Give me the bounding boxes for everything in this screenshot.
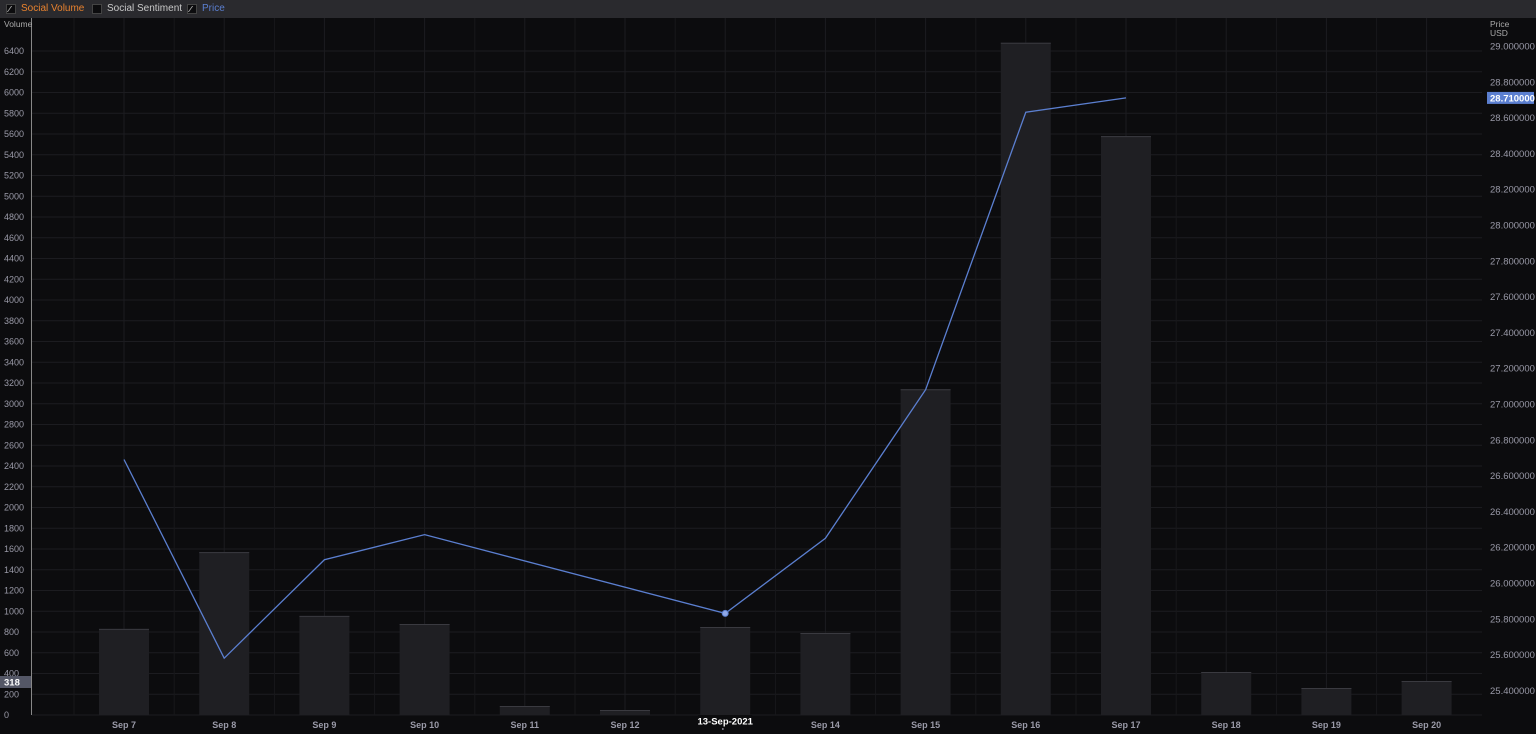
left-axis-tick: 5000 — [4, 191, 24, 201]
left-axis-tick: 200 — [4, 689, 19, 699]
right-axis-tick: 28.600000 — [1490, 113, 1535, 124]
right-axis-unit: USD — [1490, 28, 1508, 38]
right-axis-tick: 27.000000 — [1490, 400, 1535, 411]
crosshair-volume-label: 318 — [4, 678, 20, 689]
volume-bar — [800, 633, 851, 715]
x-axis-tick: Sep 14 — [811, 720, 840, 730]
volume-bar — [399, 624, 450, 715]
left-axis-tick: 2000 — [4, 503, 24, 513]
volume-bar — [700, 627, 751, 715]
left-axis-tick: 6400 — [4, 46, 24, 56]
left-axis-tick: 600 — [4, 648, 19, 658]
right-axis-tick: 25.800000 — [1490, 614, 1535, 625]
volume-bar — [1000, 42, 1051, 715]
left-axis-tick: 3200 — [4, 378, 24, 388]
left-axis-tick: 3800 — [4, 316, 24, 326]
right-axis-tick: 29.000000 — [1490, 42, 1535, 53]
left-axis-tick: 5600 — [4, 129, 24, 139]
volume-bar — [1301, 688, 1352, 715]
left-axis-tick: 1000 — [4, 606, 24, 616]
x-axis-tick: Sep 8 — [212, 720, 236, 730]
crosshair-date-label: 13-Sep-2021 — [697, 717, 753, 728]
left-axis-tick: 0 — [4, 710, 9, 720]
x-axis-tick: Sep 19 — [1312, 720, 1341, 730]
volume-bar — [1401, 680, 1452, 715]
left-axis-tick: 4600 — [4, 233, 24, 243]
left-axis-tick: 3600 — [4, 337, 24, 347]
right-axis-tick: 27.400000 — [1490, 328, 1535, 339]
x-axis-tick: Sep 12 — [610, 720, 639, 730]
right-axis-tick: 27.600000 — [1490, 292, 1535, 303]
x-axis-tick: Sep 16 — [1011, 720, 1040, 730]
x-axis-tick: Sep 9 — [312, 720, 336, 730]
right-axis-tick: 28.200000 — [1490, 185, 1535, 196]
right-axis-tick: 26.200000 — [1490, 543, 1535, 554]
x-axis-tick: Sep 10 — [410, 720, 439, 730]
x-axis-tick: Sep 7 — [112, 720, 136, 730]
last-price-label: 28.710000 — [1490, 93, 1535, 104]
x-axis-tick: Sep 18 — [1212, 720, 1241, 730]
left-axis-tick: 1200 — [4, 586, 24, 596]
volume-bar — [299, 615, 350, 715]
left-axis-title: Volume — [4, 19, 33, 29]
x-axis-tick: Sep 11 — [511, 720, 540, 730]
right-axis-tick: 27.800000 — [1490, 256, 1535, 267]
right-axis-tick: 27.200000 — [1490, 364, 1535, 375]
left-axis-tick: 2400 — [4, 461, 24, 471]
volume-bar — [99, 628, 149, 715]
left-axis-tick: 5800 — [4, 108, 24, 118]
right-axis-tick: 25.400000 — [1490, 686, 1535, 697]
left-axis-tick: 6200 — [4, 67, 24, 77]
right-axis-tick: 28.800000 — [1490, 77, 1535, 88]
x-axis-tick: Sep 15 — [911, 720, 940, 730]
left-axis-tick: 1400 — [4, 565, 24, 575]
right-axis-tick: 26.400000 — [1490, 507, 1535, 518]
x-axis-tick: Sep 17 — [1111, 720, 1140, 730]
x-axis-tick: Sep 20 — [1412, 720, 1441, 730]
left-axis-tick: 4400 — [4, 254, 24, 264]
left-axis-tick: 4000 — [4, 295, 24, 305]
right-axis-tick: 26.600000 — [1490, 471, 1535, 482]
volume-bar — [1201, 672, 1252, 715]
right-axis-tick: 28.000000 — [1490, 221, 1535, 232]
right-axis-tick: 28.400000 — [1490, 149, 1535, 160]
volume-bar — [900, 389, 951, 715]
price-point-marker — [721, 609, 729, 617]
left-axis-tick: 5400 — [4, 150, 24, 160]
right-axis-tick: 26.800000 — [1490, 435, 1535, 446]
left-axis-tick: 4200 — [4, 274, 24, 284]
left-axis-tick: 3000 — [4, 399, 24, 409]
left-axis-tick: 1600 — [4, 544, 24, 554]
left-axis-tick: 2600 — [4, 440, 24, 450]
left-axis-tick: 5200 — [4, 171, 24, 181]
right-axis-tick: 25.600000 — [1490, 650, 1535, 661]
volume-bar — [1101, 136, 1151, 715]
left-axis-tick: 6000 — [4, 88, 24, 98]
right-axis-tick: 26.000000 — [1490, 579, 1535, 590]
left-axis-tick: 4800 — [4, 212, 24, 222]
left-axis-tick: 2800 — [4, 420, 24, 430]
volume-bar — [499, 705, 550, 715]
volume-bar — [199, 552, 250, 715]
left-axis-tick: 2200 — [4, 482, 24, 492]
left-axis-tick: 800 — [4, 627, 19, 637]
chart[interactable]: Volume0200400600800100012001400160018002… — [0, 0, 1536, 734]
left-axis-tick: 1800 — [4, 523, 24, 533]
left-axis-tick: 3400 — [4, 357, 24, 367]
